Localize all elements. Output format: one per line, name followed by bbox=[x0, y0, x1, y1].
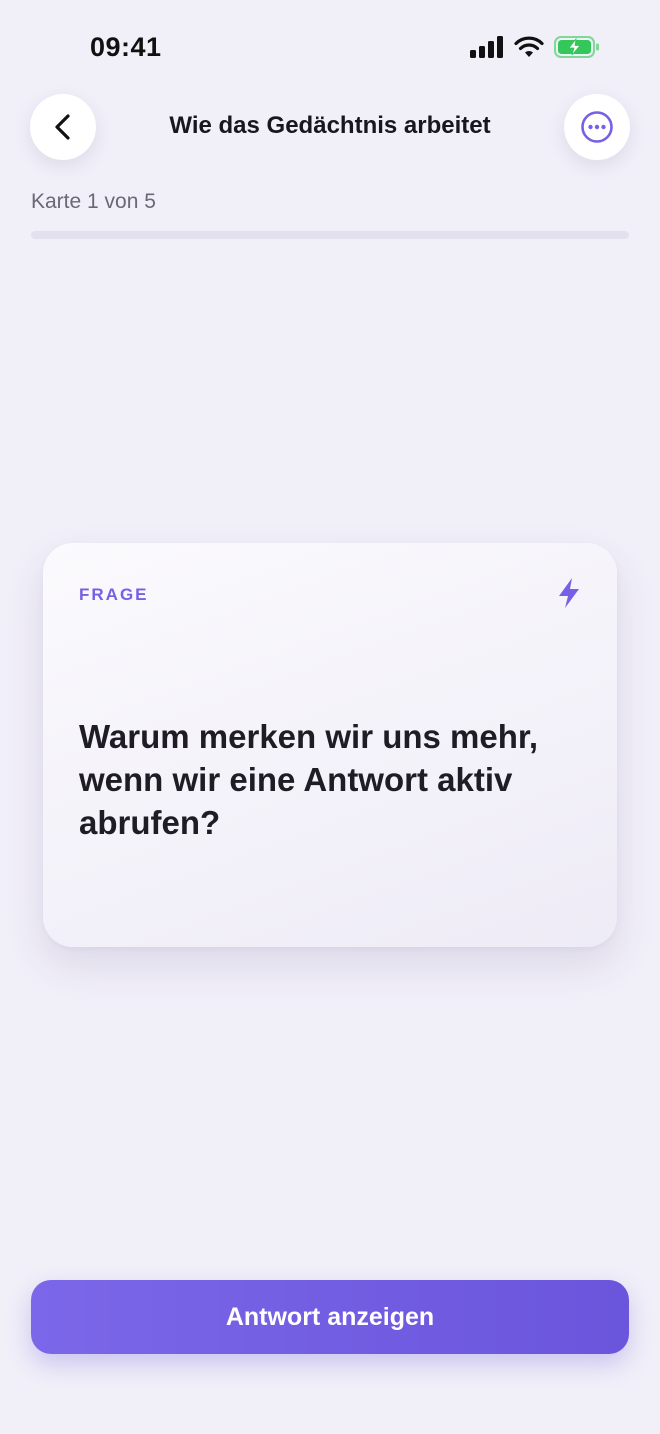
wifi-icon bbox=[514, 36, 544, 57]
show-answer-button[interactable]: Antwort anzeigen bbox=[31, 1280, 629, 1354]
card-question: Warum merken wir uns mehr, wenn wir eine… bbox=[79, 718, 539, 841]
card-tag-label: FRAGE bbox=[79, 585, 149, 604]
more-horizontal-icon bbox=[581, 111, 613, 143]
lightning-bolt-icon bbox=[559, 578, 579, 608]
page-title: Wie das Gedächtnis arbeitet bbox=[169, 112, 491, 139]
chevron-left-icon bbox=[55, 114, 70, 140]
status-icons bbox=[470, 36, 600, 58]
flashcard-screen: 09:41 Wie das Gedächtnis arbeitet Karte … bbox=[0, 0, 660, 1434]
progress-bar bbox=[31, 231, 629, 239]
back-button[interactable] bbox=[30, 94, 96, 160]
status-time: 09:41 bbox=[90, 32, 162, 62]
battery-charging-icon bbox=[554, 36, 599, 58]
flashcard[interactable]: FRAGE Warum merken wir uns mehr, wenn wi… bbox=[43, 543, 617, 947]
progress-label: Karte 1 von 5 bbox=[31, 190, 156, 213]
more-options-button[interactable] bbox=[564, 94, 630, 160]
cellular-signal-icon bbox=[470, 36, 503, 58]
status-bar: 09:41 bbox=[0, 0, 660, 96]
